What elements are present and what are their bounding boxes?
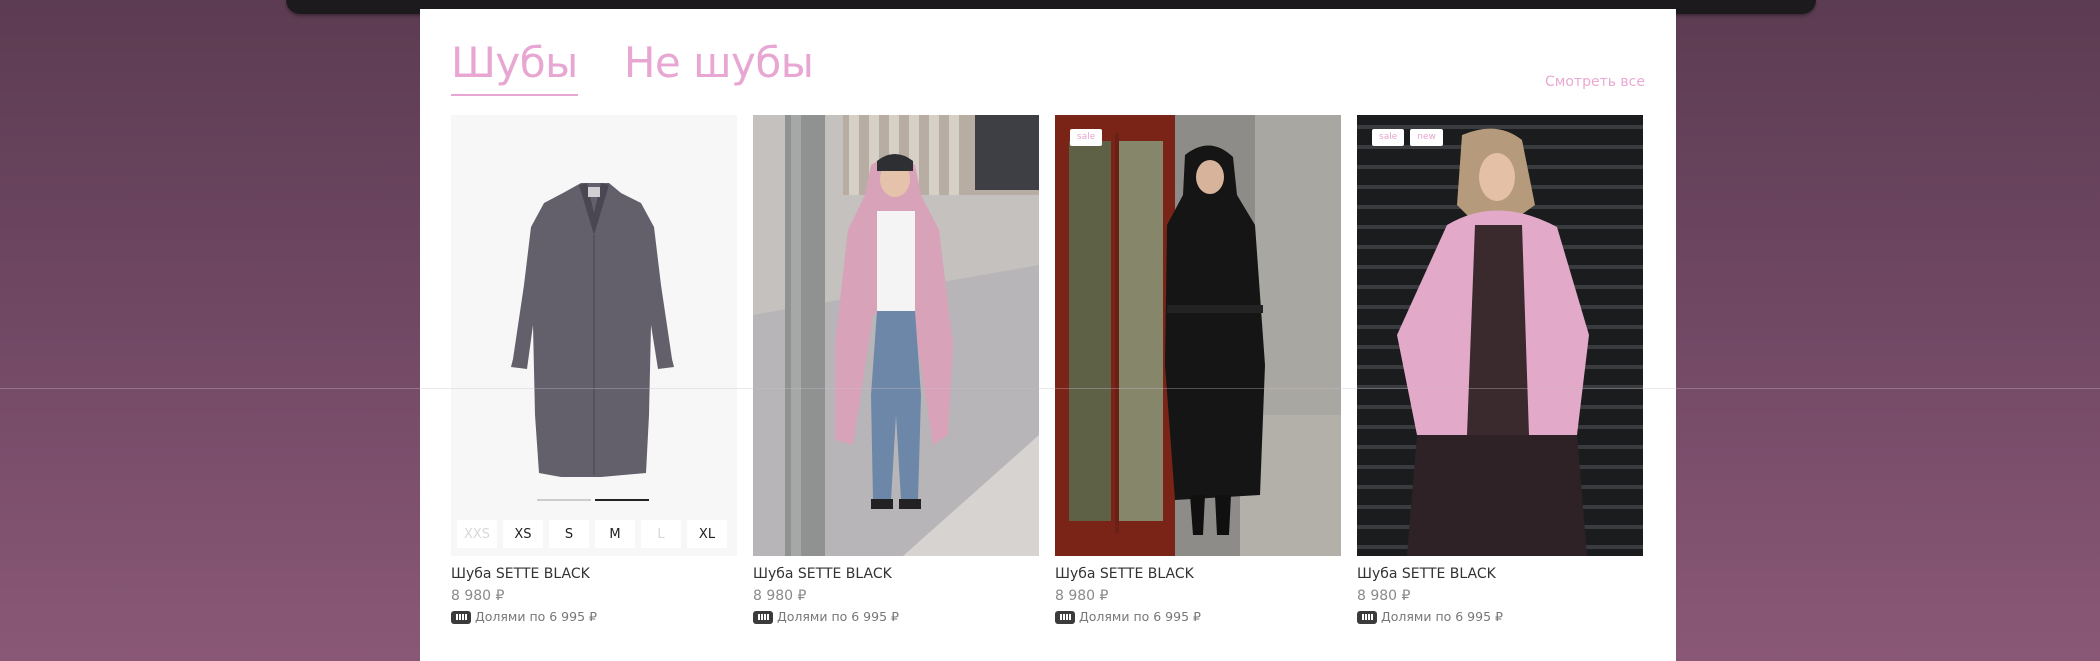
installment-info: Долями по 6 995 ₽ bbox=[451, 608, 737, 626]
size-selector: XXS XS S M L XL bbox=[457, 520, 727, 548]
product-price: 8 980 ₽ bbox=[451, 588, 505, 604]
installment-text: Долями по 6 995 ₽ bbox=[777, 609, 899, 624]
product-price: 8 980 ₽ bbox=[1357, 588, 1411, 604]
gray-fur-coat-image bbox=[451, 115, 737, 556]
product-card[interactable]: sale new Шуба SETTE BLACK 8 980 ₽ Долями… bbox=[1357, 115, 1643, 626]
pink-fur-coat-street-image bbox=[753, 115, 1039, 556]
product-card[interactable]: Шуба SETTE BLACK 8 980 ₽ Долями по 6 995… bbox=[753, 115, 1039, 626]
size-xs[interactable]: XS bbox=[503, 520, 543, 548]
product-name[interactable]: Шуба SETTE BLACK bbox=[753, 565, 1039, 583]
product-image[interactable] bbox=[753, 115, 1039, 556]
product-name[interactable]: Шуба SETTE BLACK bbox=[1055, 565, 1341, 583]
black-fur-coat-door-image bbox=[1055, 115, 1341, 556]
installment-info: Долями по 6 995 ₽ bbox=[1357, 608, 1643, 626]
installment-icon bbox=[1357, 610, 1377, 624]
installment-text: Долями по 6 995 ₽ bbox=[475, 609, 597, 624]
pink-fur-jacket-shutter-image bbox=[1357, 115, 1643, 556]
size-xl[interactable]: XL bbox=[687, 520, 727, 548]
gallery-indicator bbox=[537, 499, 649, 501]
installment-icon bbox=[451, 610, 471, 624]
tab-not-fur-coats[interactable]: Не шубы bbox=[624, 37, 814, 96]
size-m[interactable]: M bbox=[595, 520, 635, 548]
product-name[interactable]: Шуба SETTE BLACK bbox=[1357, 565, 1643, 583]
tab-fur-coats[interactable]: Шубы bbox=[451, 37, 578, 96]
product-card[interactable]: sale Шуба SETTE BLACK 8 980 ₽ Долями по … bbox=[1055, 115, 1341, 626]
installment-icon bbox=[1055, 610, 1075, 624]
overlay-divider-line bbox=[0, 388, 2100, 389]
view-all-link[interactable]: Смотреть все bbox=[1545, 74, 1645, 90]
installment-text: Долями по 6 995 ₽ bbox=[1381, 609, 1503, 624]
size-s[interactable]: S bbox=[549, 520, 589, 548]
product-grid: XXS XS S M L XL Шуба SETTE BLACK 8 980 ₽… bbox=[451, 115, 1643, 626]
installment-info: Долями по 6 995 ₽ bbox=[753, 608, 1039, 626]
product-price: 8 980 ₽ bbox=[1055, 588, 1109, 604]
product-image[interactable]: sale new bbox=[1357, 115, 1643, 556]
product-image[interactable]: XXS XS S M L XL bbox=[451, 115, 737, 556]
product-name[interactable]: Шуба SETTE BLACK bbox=[451, 565, 737, 583]
installment-text: Долями по 6 995 ₽ bbox=[1079, 609, 1201, 624]
product-badges: sale bbox=[1070, 129, 1103, 146]
sale-badge: sale bbox=[1070, 129, 1103, 146]
installment-info: Долями по 6 995 ₽ bbox=[1055, 608, 1341, 626]
gallery-dot[interactable] bbox=[537, 499, 591, 501]
product-image[interactable]: sale bbox=[1055, 115, 1341, 556]
product-card[interactable]: XXS XS S M L XL Шуба SETTE BLACK 8 980 ₽… bbox=[451, 115, 737, 626]
new-badge: new bbox=[1410, 129, 1443, 146]
product-badges: sale new bbox=[1372, 129, 1443, 146]
gallery-dot-active[interactable] bbox=[595, 499, 649, 501]
catalog-panel: Шубы Не шубы Смотреть все XXS XS S M L X… bbox=[420, 9, 1676, 661]
size-xxs: XXS bbox=[457, 520, 497, 548]
size-l: L bbox=[641, 520, 681, 548]
product-price: 8 980 ₽ bbox=[753, 588, 807, 604]
category-tabs: Шубы Не шубы bbox=[451, 37, 814, 96]
installment-icon bbox=[753, 610, 773, 624]
sale-badge: sale bbox=[1372, 129, 1405, 146]
